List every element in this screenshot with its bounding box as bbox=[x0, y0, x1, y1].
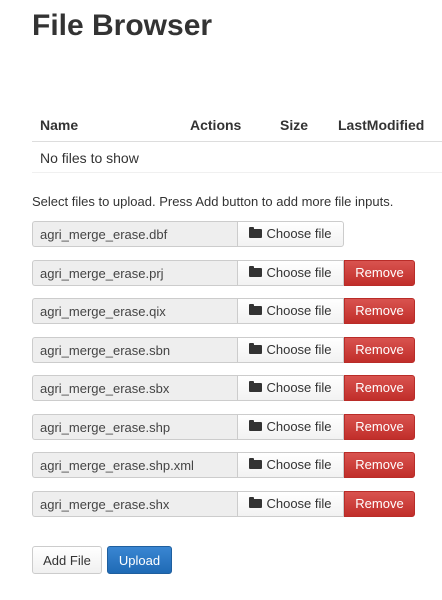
choose-file-button[interactable]: Choose file bbox=[237, 413, 344, 440]
remove-file-button[interactable]: Remove bbox=[344, 259, 415, 286]
add-file-button[interactable]: Add File bbox=[32, 546, 102, 574]
choose-file-label: Choose file bbox=[266, 457, 332, 472]
folder-open-icon bbox=[249, 227, 263, 239]
selected-file-name: agri_merge_erase.sbx bbox=[32, 375, 237, 401]
table-header: Name Actions Size LastModified bbox=[32, 110, 442, 142]
folder-open-icon bbox=[249, 265, 263, 277]
empty-table-message: No files to show bbox=[40, 150, 139, 166]
upload-button[interactable]: Upload bbox=[107, 546, 172, 574]
selected-file-name: agri_merge_erase.sbn bbox=[32, 336, 237, 363]
remove-file-button[interactable]: Remove bbox=[344, 452, 415, 478]
choose-file-button[interactable]: Choose file bbox=[237, 375, 344, 401]
selected-file-name: agri_merge_erase.shp bbox=[32, 413, 237, 440]
selected-file-name: agri_merge_erase.prj bbox=[32, 259, 237, 286]
choose-file-button[interactable]: Choose file bbox=[237, 298, 344, 324]
folder-open-icon bbox=[249, 381, 263, 393]
selected-file-name: agri_merge_erase.qix bbox=[32, 298, 237, 324]
choose-file-label: Choose file bbox=[266, 380, 332, 395]
choose-file-button[interactable]: Choose file bbox=[237, 221, 344, 247]
selected-file-name: agri_merge_erase.dbf bbox=[32, 221, 237, 247]
selected-file-name: agri_merge_erase.shp.xml bbox=[32, 452, 237, 478]
remove-file-button[interactable]: Remove bbox=[344, 336, 415, 363]
page-title: File Browser bbox=[32, 9, 213, 42]
choose-file-label: Choose file bbox=[266, 226, 332, 241]
folder-open-icon bbox=[249, 419, 263, 431]
column-header-actions: Actions bbox=[190, 117, 242, 133]
column-header-name[interactable]: Name bbox=[40, 117, 78, 133]
remove-file-button[interactable]: Remove bbox=[344, 490, 415, 517]
remove-file-button[interactable]: Remove bbox=[344, 375, 415, 401]
choose-file-button[interactable]: Choose file bbox=[237, 259, 344, 286]
choose-file-label: Choose file bbox=[266, 495, 332, 511]
folder-open-icon bbox=[249, 304, 263, 316]
choose-file-button[interactable]: Choose file bbox=[237, 490, 344, 517]
file-table: Name Actions Size LastModified No files … bbox=[32, 110, 442, 173]
remove-file-button[interactable]: Remove bbox=[344, 413, 415, 440]
choose-file-label: Choose file bbox=[266, 303, 332, 318]
folder-open-icon bbox=[249, 496, 263, 508]
choose-file-label: Choose file bbox=[266, 264, 332, 280]
selected-file-name: agri_merge_erase.shx bbox=[32, 490, 237, 517]
choose-file-button[interactable]: Choose file bbox=[237, 336, 344, 363]
choose-file-label: Choose file bbox=[266, 341, 332, 357]
upload-instructions: Select files to upload. Press Add button… bbox=[32, 194, 394, 209]
remove-file-button[interactable]: Remove bbox=[344, 298, 415, 324]
column-header-size[interactable]: Size bbox=[280, 117, 308, 133]
folder-open-icon bbox=[249, 458, 263, 470]
empty-table-row: No files to show bbox=[32, 142, 442, 173]
folder-open-icon bbox=[249, 342, 263, 354]
column-header-last-modified[interactable]: LastModified bbox=[338, 117, 424, 133]
choose-file-label: Choose file bbox=[266, 418, 332, 434]
choose-file-button[interactable]: Choose file bbox=[237, 452, 344, 478]
